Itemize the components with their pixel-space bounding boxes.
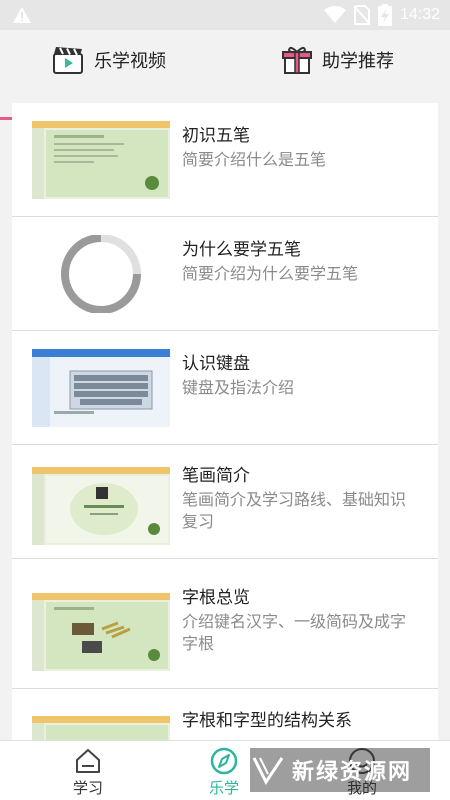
lesson-thumbnail (32, 467, 170, 545)
loading-spinner (32, 235, 170, 313)
lesson-thumbnail (32, 593, 170, 671)
video-clapper-icon (53, 47, 83, 74)
lesson-description: 介绍键名汉字、一级简码及成字字根 (182, 612, 407, 653)
battery-charging-icon (377, 4, 392, 26)
compass-icon (210, 747, 238, 775)
list-item[interactable]: 为什么要学五笔 简要介绍为什么要学五笔 (12, 217, 438, 331)
lesson-description: 简要介绍为什么要学五笔 (182, 264, 359, 283)
tab-recommend[interactable]: 助学推荐 (282, 30, 394, 90)
lesson-title: 认识键盘 (182, 354, 250, 374)
top-tabs: 乐学视频 助学推荐 (0, 30, 450, 120)
list-item[interactable]: 字根和字型的结构关系 (12, 690, 438, 740)
warning-icon (13, 7, 31, 23)
clock: 14:32 (399, 6, 440, 23)
list-item[interactable]: 笔画简介 笔画简介及学习路线、基础知识复习 (12, 445, 438, 559)
nav-study[interactable]: 学习 (48, 741, 128, 800)
watermark: 新绿资源网 (250, 748, 430, 792)
lesson-thumbnail (32, 349, 170, 427)
list-item[interactable]: 字根总览 介绍键名汉字、一级简码及成字字根 (12, 567, 438, 689)
lesson-description: 简要介绍什么是五笔 (182, 150, 327, 169)
tab-video[interactable]: 乐学视频 (52, 30, 166, 90)
nav-study-label: 学习 (72, 779, 103, 797)
status-bar: 14:32 (0, 0, 450, 30)
no-sim-icon (353, 5, 370, 25)
wifi-icon (323, 6, 346, 23)
list-item[interactable]: 初识五笔 简要介绍什么是五笔 (12, 103, 438, 217)
lesson-title: 字根总览 (182, 588, 250, 608)
lesson-thumbnail (32, 716, 170, 740)
lesson-title: 初识五笔 (182, 126, 250, 146)
watermark-logo-icon (252, 757, 284, 785)
tab-video-label: 乐学视频 (94, 51, 166, 72)
watermark-text: 新绿资源网 (292, 760, 413, 785)
list-item[interactable]: 认识键盘 键盘及指法介绍 (12, 331, 438, 445)
gift-icon (282, 46, 312, 74)
lesson-list[interactable]: 初识五笔 简要介绍什么是五笔 为什么要学五笔 简要介绍为什么要学五笔 认识键盘 … (12, 103, 438, 740)
lesson-title: 为什么要学五笔 (182, 240, 301, 260)
lesson-title: 笔画简介 (182, 466, 250, 486)
lesson-description: 键盘及指法介绍 (182, 378, 295, 397)
tab-recommend-label: 助学推荐 (322, 51, 394, 72)
home-icon (76, 749, 100, 773)
lesson-description: 笔画简介及学习路线、基础知识复习 (182, 490, 407, 531)
lesson-title: 字根和字型的结构关系 (182, 711, 352, 731)
lesson-thumbnail (32, 121, 170, 199)
